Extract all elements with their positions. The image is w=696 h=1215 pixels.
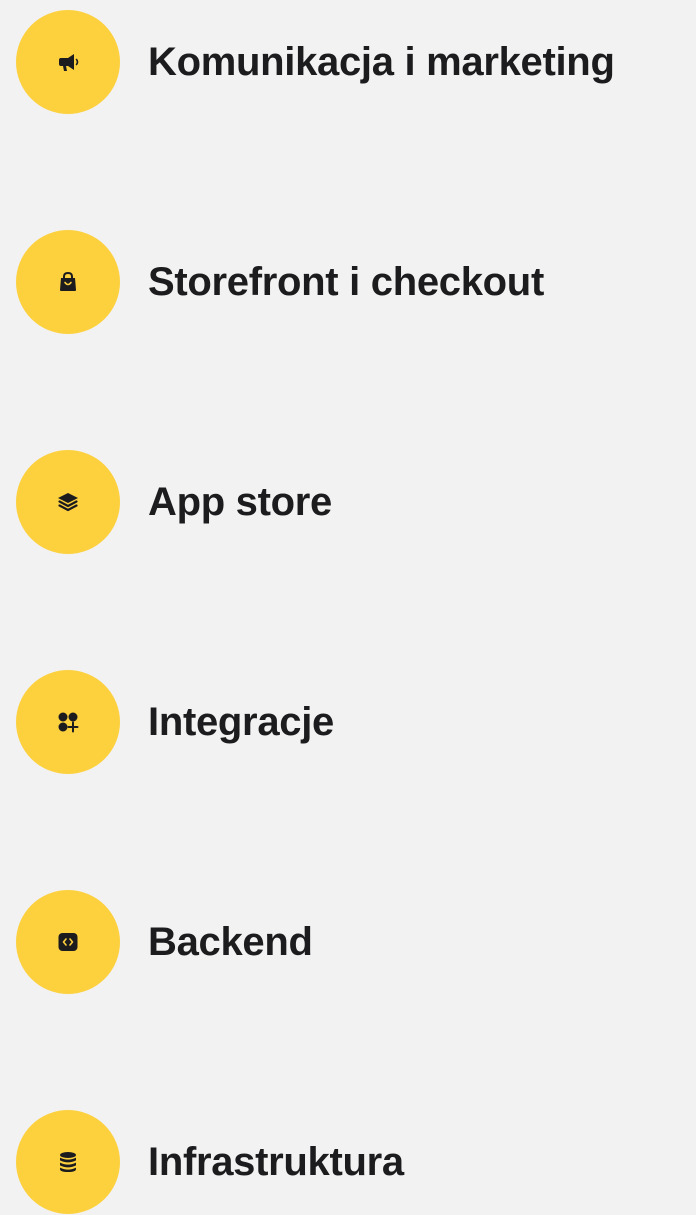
category-label: App store <box>148 479 332 524</box>
icon-circle <box>16 230 120 334</box>
code-icon <box>58 933 78 951</box>
category-item-storefront-i-checkout[interactable]: Storefront i checkout <box>16 230 544 334</box>
icon-circle <box>16 670 120 774</box>
icon-circle <box>16 10 120 114</box>
category-label: Integracje <box>148 699 334 744</box>
database-icon <box>60 1152 76 1172</box>
shopping-bag-icon <box>60 271 76 291</box>
category-item-backend[interactable]: Backend <box>16 890 313 994</box>
widgets-add-icon <box>58 712 79 733</box>
icon-circle <box>16 450 120 554</box>
category-item-komunikacja-i-marketing[interactable]: Komunikacja i marketing <box>16 10 615 114</box>
category-label: Infrastruktura <box>148 1139 404 1184</box>
category-item-integracje[interactable]: Integracje <box>16 670 334 774</box>
category-label: Komunikacja i marketing <box>148 39 615 84</box>
icon-circle <box>16 1110 120 1214</box>
category-item-app-store[interactable]: App store <box>16 450 332 554</box>
layers-icon <box>58 493 78 512</box>
category-label: Storefront i checkout <box>148 259 544 304</box>
icon-circle <box>16 890 120 994</box>
category-item-infrastruktura[interactable]: Infrastruktura <box>16 1110 404 1214</box>
category-label: Backend <box>148 919 313 964</box>
megaphone-icon <box>59 54 79 71</box>
category-list: Komunikacja i marketing Storefront i che… <box>0 0 696 1215</box>
